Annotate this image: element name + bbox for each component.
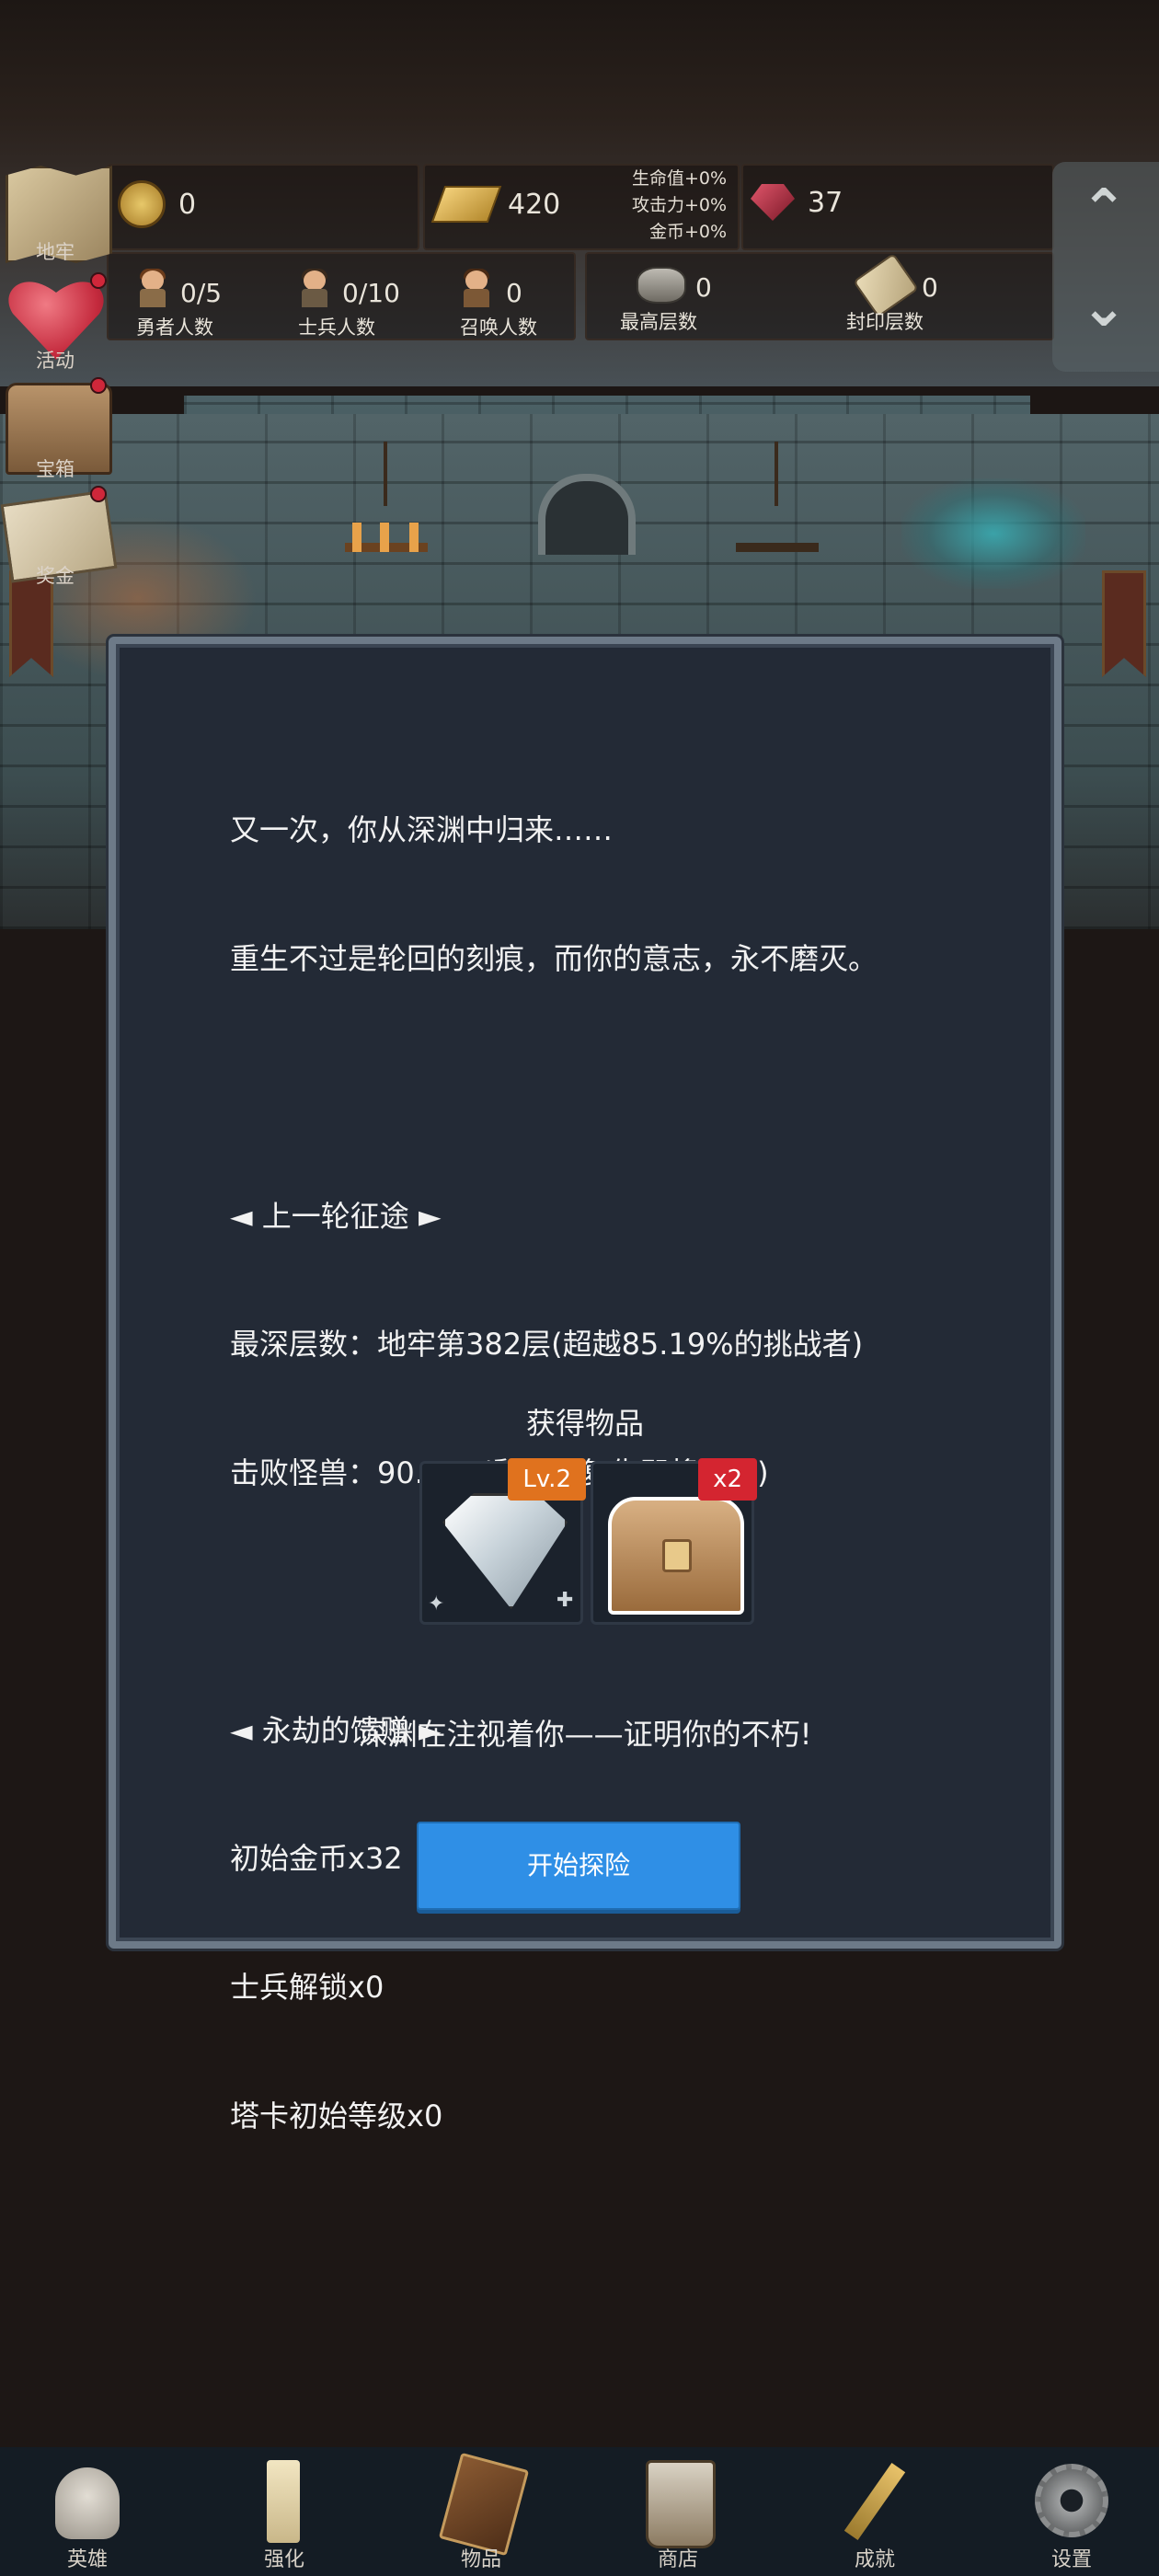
hero-icon	[136, 269, 169, 307]
sealed-floor-label: 封印层数	[846, 311, 924, 333]
candle-icon	[267, 2460, 300, 2543]
summon-count: 0	[506, 278, 522, 308]
notification-dot	[90, 486, 107, 502]
nav-label: 成就	[854, 2548, 895, 2571]
nav-item-upgrade[interactable]: 强化	[215, 2447, 353, 2576]
diamond-icon	[442, 1493, 568, 1609]
book-icon	[438, 2452, 530, 2557]
gift-line: 塔卡初始等级x0	[230, 2099, 443, 2133]
side-menu-label-bonus[interactable]: 奖金	[9, 561, 101, 589]
reward-slot[interactable]: ✦ ✚ Lv.2	[419, 1458, 586, 1625]
sealed-floor-value: 0	[922, 272, 938, 303]
bonus-hp: 生命值+0%	[631, 168, 727, 189]
reward-slot[interactable]: x2	[591, 1458, 757, 1625]
nav-label: 强化	[263, 2548, 304, 2571]
hud-scroll-control: ⌃ ⌄	[1052, 162, 1159, 372]
hero-count-label: 勇者人数	[136, 316, 213, 339]
nav-label: 商店	[657, 2548, 698, 2571]
max-floor-value: 0	[695, 272, 712, 303]
treasure-chest-icon	[608, 1497, 744, 1615]
nav-item-items[interactable]: 物品	[412, 2447, 550, 2576]
gear-icon	[1035, 2464, 1108, 2537]
level-badge: Lv.2	[508, 1458, 586, 1501]
soldier-icon	[298, 269, 331, 307]
story-line: 又一次，你从深渊中归来……	[230, 812, 614, 848]
side-menu-label-dungeon[interactable]: 地牢	[9, 237, 101, 265]
deepest-floor-line: 最深层数：地牢第382层(超越85.19%的挑战者)	[230, 1327, 864, 1363]
summon-icon	[460, 269, 493, 307]
nav-label: 物品	[460, 2548, 501, 2571]
coin-counter: 0	[118, 180, 196, 228]
nav-item-heroes[interactable]: 英雄	[18, 2447, 156, 2576]
sparkle-icon: ✚	[557, 1589, 574, 1612]
summon-count-value: 0	[506, 278, 522, 308]
coin-icon	[118, 180, 166, 228]
gem-counter: 37	[751, 184, 843, 221]
hero-count-value: 0/5	[180, 278, 223, 308]
story-line: 重生不过是轮回的刻痕，而你的意志，永不磨灭。	[230, 940, 878, 976]
dialog-tagline: 深渊在注视着你——证明你的不朽!	[358, 1717, 812, 1752]
arched-window	[538, 474, 636, 555]
side-menu-label-chest[interactable]: 宝箱	[9, 454, 101, 482]
nav-label: 设置	[1050, 2548, 1092, 2571]
gold-ingot-icon	[430, 186, 502, 223]
sparkle-icon: ✦	[428, 1593, 445, 1616]
summon-count-label: 召唤人数	[460, 316, 537, 339]
hero-count: 0/5	[180, 278, 222, 308]
gold-counter: 420	[430, 186, 561, 223]
chandelier-unlit	[727, 442, 828, 570]
notification-dot	[90, 272, 107, 289]
max-floor-count: 0	[695, 272, 712, 303]
ruby-icon	[751, 184, 795, 221]
bonus-coin: 金币+0%	[648, 222, 727, 242]
gem-value: 37	[808, 186, 843, 219]
teal-glow	[901, 478, 1085, 589]
nav-label: 英雄	[66, 2548, 108, 2571]
side-menu-label-event[interactable]: 活动	[9, 346, 101, 374]
bottom-nav: 英雄 强化 物品 商店 成就 设置	[0, 2447, 1159, 2576]
soldier-count-value: 0/10	[342, 278, 400, 308]
nav-item-settings[interactable]: 设置	[1003, 2447, 1141, 2576]
stone-icon	[637, 267, 686, 304]
sealed-floor-count: 0	[922, 272, 938, 303]
bonus-attack: 攻击力+0%	[631, 195, 727, 215]
chandelier-lit	[336, 442, 437, 570]
key-icon	[843, 2462, 906, 2541]
coin-value: 0	[178, 188, 197, 221]
story-line	[230, 1066, 878, 1110]
reward-title: 获得物品	[525, 1406, 644, 1441]
skull-icon	[55, 2467, 120, 2539]
gift-line: 士兵解锁x0	[230, 1970, 384, 2006]
start-adventure-button[interactable]: 开始探险	[417, 1822, 740, 1910]
gold-value: 420	[508, 188, 561, 221]
notification-dot	[90, 377, 107, 394]
count-badge: x2	[698, 1458, 757, 1501]
section-heading-previous-run: ◄ 上一轮征途 ►	[230, 1198, 442, 1234]
max-floor-label: 最高层数	[620, 311, 697, 333]
bonus-list: 生命值+0% 攻击力+0% 金币+0%	[589, 166, 727, 246]
soldier-count: 0/10	[342, 278, 400, 308]
nav-item-shop[interactable]: 商店	[609, 2447, 747, 2576]
mug-icon	[646, 2460, 716, 2548]
chevron-down-icon[interactable]: ⌄	[1080, 280, 1128, 335]
chevron-up-icon[interactable]: ⌃	[1080, 182, 1128, 237]
nav-item-achievements[interactable]: 成就	[806, 2447, 944, 2576]
rebirth-dialog: 又一次，你从深渊中归来…… 重生不过是轮回的刻痕，而你的意志，永不磨灭。 ◄ 上…	[109, 637, 1061, 2133]
soldier-count-label: 士兵人数	[298, 316, 375, 339]
